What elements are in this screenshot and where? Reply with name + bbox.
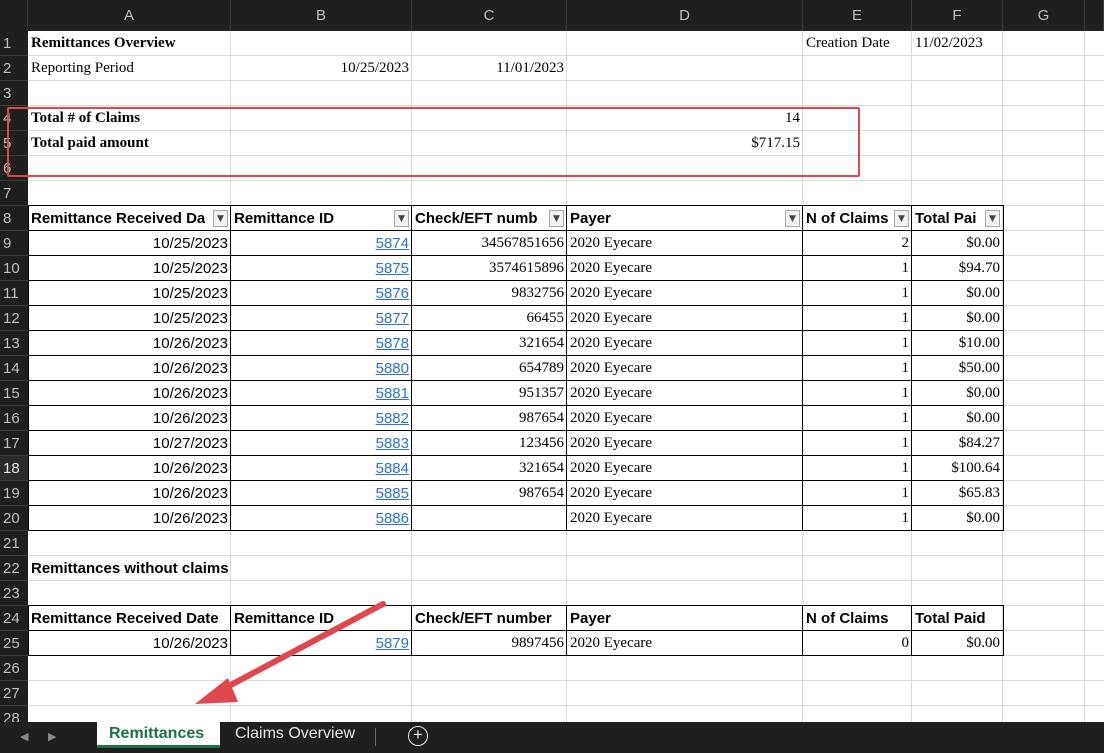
spreadsheet-grid[interactable]: ABCDEFG 1 2 3 4 5 6 7 8 9 10 11 12 13 14 15 16 17 18 19 20 2… bbox=[0, 0, 1104, 722]
tab-prev-icon[interactable]: ◀ bbox=[20, 730, 28, 743]
sheet-tab-bar: ◀ ▶ Remittances Claims Overview + bbox=[0, 722, 1104, 753]
arrow-shaft bbox=[207, 601, 386, 699]
tab-separator bbox=[375, 728, 376, 746]
tab-claims-overview[interactable]: Claims Overview bbox=[223, 722, 373, 748]
red-arrow-annotation bbox=[195, 601, 386, 704]
tab-next-icon[interactable]: ▶ bbox=[48, 730, 56, 743]
add-sheet-icon[interactable]: + bbox=[408, 726, 428, 746]
tab-remittances[interactable]: Remittances bbox=[97, 722, 220, 748]
